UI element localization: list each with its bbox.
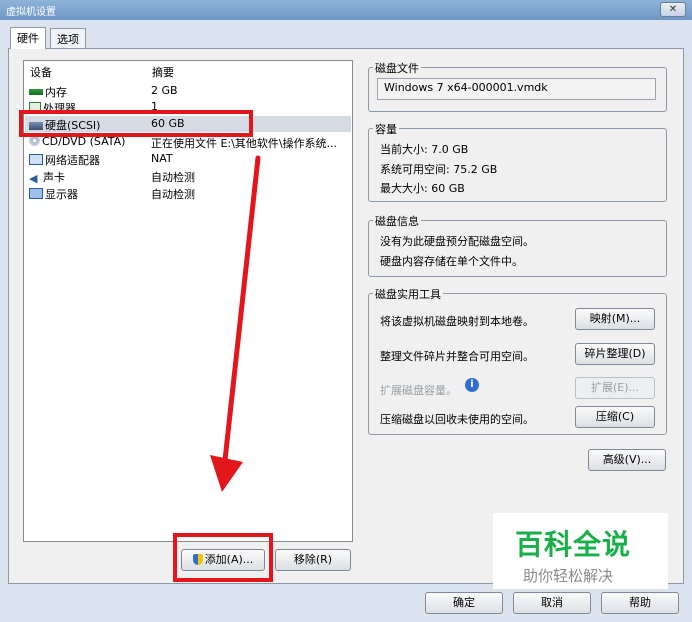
memory-icon xyxy=(29,89,43,95)
max-size-text: 最大大小: 60 GB xyxy=(380,182,465,195)
current-size-text: 当前大小: 7.0 GB xyxy=(380,143,469,156)
watermark: 百科全说 助你轻松解决 xyxy=(493,513,668,589)
advanced-button[interactable]: 高级(V)... xyxy=(588,449,666,471)
remove-button[interactable]: 移除(R) xyxy=(275,549,351,571)
tab-options[interactable]: 选项 xyxy=(50,28,86,48)
device-summary: 自动检测 xyxy=(151,171,195,184)
disk-info-line-1: 没有为此硬盘预分配磁盘空间。 xyxy=(380,235,534,248)
device-name: 声卡 xyxy=(43,171,65,184)
cancel-button[interactable]: 取消 xyxy=(513,592,591,614)
disk-info-label: 磁盘信息 xyxy=(373,213,421,229)
highlight-box-add xyxy=(173,533,273,582)
defrag-description: 整理文件碎片并整合可用空间。 xyxy=(380,350,534,363)
capacity-label: 容量 xyxy=(373,121,399,137)
device-row-memory[interactable]: 内存 2 GB xyxy=(25,83,351,99)
device-row-network[interactable]: 网络适配器 NAT xyxy=(25,151,351,167)
expand-button[interactable]: 扩展(E)... xyxy=(575,377,655,399)
device-row-display[interactable]: 显示器 自动检测 xyxy=(25,185,351,201)
close-button[interactable]: ✕ xyxy=(660,2,686,17)
device-summary: 2 GB xyxy=(151,84,178,97)
map-description: 将该虚拟机磁盘映射到本地卷。 xyxy=(380,315,534,328)
highlight-box-harddisk xyxy=(19,110,253,137)
device-name: 网络适配器 xyxy=(45,154,100,167)
available-space-text: 系统可用空间: 75.2 GB xyxy=(380,163,498,176)
help-button[interactable]: 帮助 xyxy=(601,592,679,614)
compact-description: 压缩磁盘以回收未使用的空间。 xyxy=(380,413,534,426)
disk-file-label: 磁盘文件 xyxy=(373,60,421,76)
title-bar: 虚拟机设置 xyxy=(0,0,692,20)
compact-button[interactable]: 压缩(C) xyxy=(575,406,655,428)
expand-description: 扩展磁盘容量。 xyxy=(380,384,457,397)
red-arrow-annotation xyxy=(210,155,261,492)
watermark-subtitle: 助你轻松解决 xyxy=(523,567,614,585)
defrag-button[interactable]: 碎片整理(D) xyxy=(575,343,655,365)
info-icon[interactable]: i xyxy=(465,378,479,392)
disk-utilities-label: 磁盘实用工具 xyxy=(373,286,443,302)
monitor-icon xyxy=(29,188,43,199)
ok-button[interactable]: 确定 xyxy=(425,592,503,614)
disk-file-field[interactable]: Windows 7 x64-000001.vmdk xyxy=(377,78,656,100)
device-summary: 自动检测 xyxy=(151,188,195,201)
disk-info-line-2: 硬盘内容存储在单个文件中。 xyxy=(380,255,523,268)
device-name: 内存 xyxy=(45,86,67,99)
device-row-sound[interactable]: ◀ 声卡 自动检测 xyxy=(25,168,351,185)
column-header-summary[interactable]: 摘要 xyxy=(152,64,174,80)
network-icon xyxy=(29,154,43,165)
column-header-device[interactable]: 设备 xyxy=(30,64,52,80)
device-summary: NAT xyxy=(151,152,173,165)
tab-hardware[interactable]: 硬件 xyxy=(10,27,46,49)
device-name: 显示器 xyxy=(45,188,78,201)
sound-icon: ◀ xyxy=(29,172,38,185)
map-button[interactable]: 映射(M)... xyxy=(575,308,655,330)
device-summary: 正在使用文件 E:\其他软件\操作系统... xyxy=(151,137,338,150)
window-title: 虚拟机设置 xyxy=(6,7,56,18)
watermark-title: 百科全说 xyxy=(515,528,632,561)
